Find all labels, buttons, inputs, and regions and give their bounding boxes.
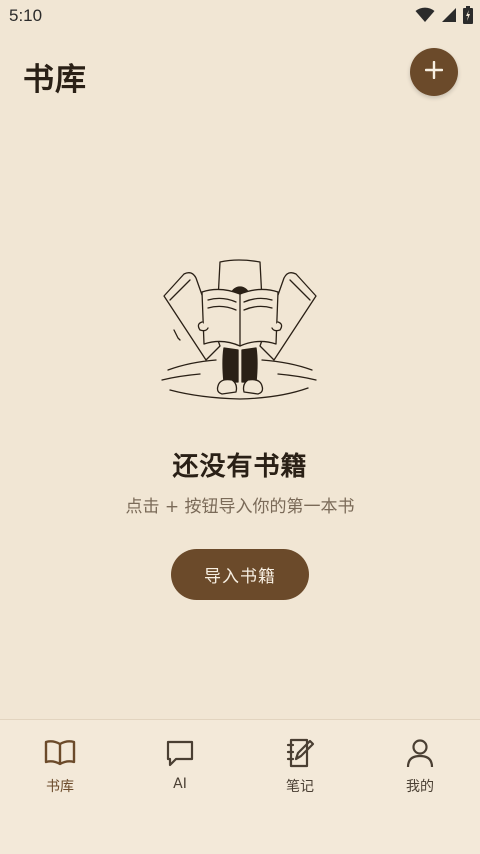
import-book-button[interactable]: 导入书籍 [171, 549, 309, 600]
chat-bubble-icon [163, 736, 197, 770]
wifi-icon [415, 7, 435, 27]
battery-icon [463, 6, 473, 28]
person-icon [403, 736, 437, 770]
status-icons [415, 6, 473, 28]
page-title: 书库 [23, 62, 87, 98]
nav-item-profile[interactable]: 我的 [360, 736, 480, 796]
status-time: 5:10 [9, 6, 43, 25]
empty-library-illustration [150, 252, 330, 412]
signal-icon [441, 7, 457, 27]
status-bar: 5:10 [0, 0, 480, 34]
add-book-button[interactable] [410, 48, 458, 96]
nav-label-profile: 我的 [406, 779, 434, 795]
book-open-icon [43, 736, 77, 770]
empty-state-subtitle: 点击 + 按钮导入你的第一本书 [125, 497, 355, 517]
nav-label-ai: AI [173, 776, 187, 792]
notebook-edit-icon [283, 736, 317, 770]
nav-label-notes: 笔记 [286, 779, 314, 795]
plus-icon [424, 60, 444, 83]
nav-item-ai[interactable]: AI [120, 736, 240, 792]
nav-item-notes[interactable]: 笔记 [240, 736, 360, 796]
empty-state-title: 还没有书籍 [172, 452, 308, 482]
nav-item-library[interactable]: 书库 [0, 736, 120, 796]
bottom-nav: 书库 AI 笔记 我的 [0, 719, 480, 854]
nav-label-library: 书库 [46, 779, 74, 795]
